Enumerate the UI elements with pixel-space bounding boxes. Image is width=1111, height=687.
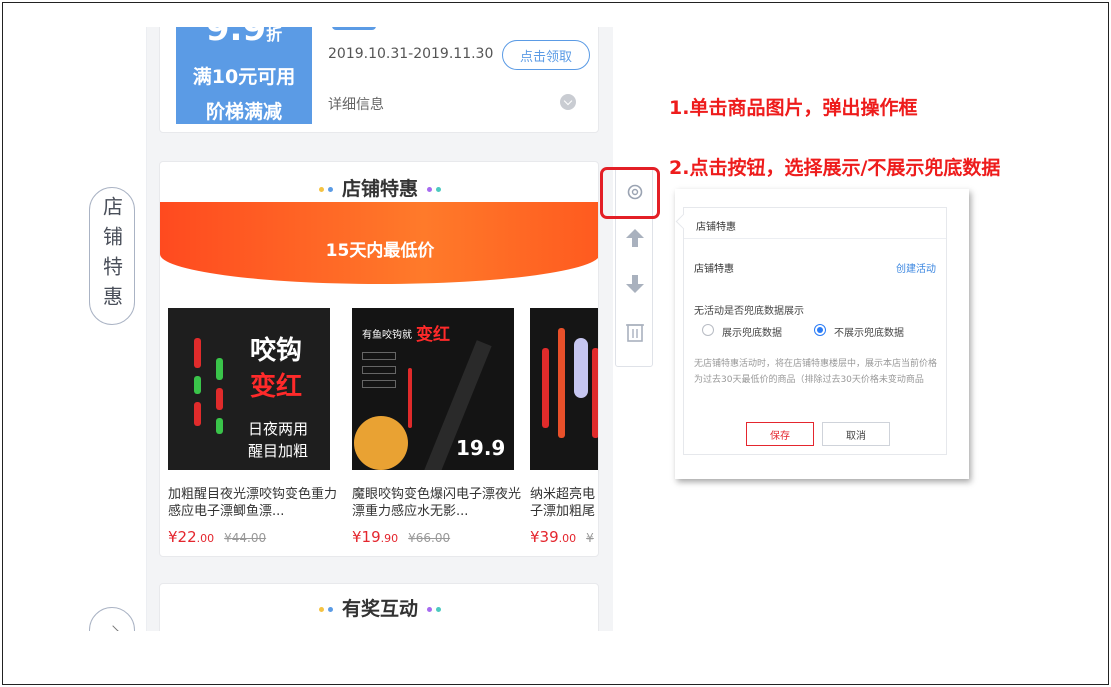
coupon-card: 9.9折 满10元可用 阶梯满减 2019.10.31-2019.11.30 点… [159, 27, 599, 133]
product-image[interactable]: 咬钩 变红 日夜两用 醒目加粗 [168, 308, 330, 470]
popover-header: 店铺特惠 [696, 222, 736, 233]
coupon-type: 阶梯满减 [205, 101, 282, 123]
highlight-box [600, 167, 660, 219]
product-price: ¥22.00 ¥44.00 [168, 528, 267, 546]
save-button[interactable]: 保存 [746, 422, 814, 446]
module-name: 店铺特惠 [694, 264, 734, 275]
module-tab-next[interactable] [89, 607, 135, 631]
image-caption: 醒目加粗 [248, 442, 309, 460]
original-price: ¥ [586, 531, 594, 545]
create-activity-link[interactable]: 创建活动 [896, 260, 936, 275]
image-caption: 咬钩 [250, 336, 303, 366]
coupon-tag [332, 27, 376, 30]
image-price: 19.9支 [456, 436, 506, 460]
fallback-description: 无店铺特惠活动时，将在店铺特惠楼层中，展示本店当前价格为过去30天最低价的商品（… [694, 359, 938, 385]
coupon-amount: 9.9折 [205, 27, 283, 49]
coupon-ticket: 9.9折 满10元可用 阶梯满减 [172, 27, 312, 124]
arrow-down-icon[interactable] [616, 264, 654, 304]
radio-label: 不展示兜底数据 [834, 328, 904, 339]
arrow-up-icon[interactable] [616, 218, 654, 258]
divider [684, 238, 946, 239]
claim-coupon-button[interactable]: 点击领取 [502, 40, 590, 70]
editor-canvas: 店铺特惠 9.9折 满10元可用 阶梯满减 2019.10.31-2019.11… [17, 27, 1039, 631]
product-card[interactable]: 纳米超亮电子漂加粗尾夜光漂 ¥39.00¥ [522, 290, 598, 550]
module-tab-shop-deal[interactable]: 店铺特惠 [89, 187, 135, 325]
annotation-step-2: 2.点击按钮，选择展示/不展示兜底数据 [669, 157, 1001, 179]
radio-hide-fallback[interactable] [814, 324, 826, 336]
coupon-condition: 满10元可用 [192, 66, 296, 88]
product-price: ¥39.00 ¥ [530, 528, 594, 546]
annotation-step-1: 1.单击商品图片，弹出操作框 [669, 97, 918, 119]
lowest-price-banner: 15天内最低价 [160, 202, 598, 284]
image-caption: 变红 [250, 372, 303, 402]
coupon-date: 2019.10.31-2019.11.30 [328, 46, 494, 62]
reward-module[interactable]: 有奖互动 [159, 583, 599, 631]
banner-text: 15天内最低价 [325, 241, 435, 261]
radio-show-fallback[interactable] [702, 324, 714, 336]
original-price: ¥44.00 [224, 531, 267, 545]
module-title: 有奖互动 [160, 594, 600, 621]
module-tab-label: 店铺特惠 [99, 196, 124, 316]
chevron-down-icon[interactable] [560, 94, 576, 110]
trash-icon[interactable] [616, 312, 654, 352]
module-title: 店铺特惠 [160, 174, 598, 201]
module-sidebar: 店铺特惠 [17, 27, 147, 631]
image-caption: 日夜两用 [248, 420, 309, 438]
settings-form: 店铺特惠 店铺特惠 创建活动 无活动是否兜底数据展示 展示兜底数据 不展示兜底数… [683, 207, 947, 455]
image-caption: 变红 [416, 325, 450, 345]
settings-popover: 店铺特惠 店铺特惠 创建活动 无活动是否兜底数据展示 展示兜底数据 不展示兜底数… [675, 189, 969, 479]
fallback-question: 无活动是否兜底数据展示 [694, 306, 804, 317]
radio-label: 展示兜底数据 [722, 328, 782, 339]
product-name: 加粗醒目夜光漂咬钩变色重力感应电子漂鲫鱼漂... [168, 487, 338, 519]
product-price: ¥19.90 ¥66.00 [352, 528, 451, 546]
product-name: 纳米超亮电子漂加粗尾夜光漂 [530, 487, 596, 519]
cancel-button[interactable]: 取消 [822, 422, 890, 446]
product-name: 魔眼咬钩变色爆闪电子漂夜光漂重力感应水无影... [352, 487, 522, 519]
original-price: ¥66.00 [408, 531, 451, 545]
product-card[interactable]: 有鱼咬钩就 变红 19.9支 魔眼咬钩变色爆闪电子漂夜光漂重力感应水无影... … [344, 290, 524, 550]
product-image[interactable]: 有鱼咬钩就 变红 19.9支 [352, 308, 514, 470]
coupon-detail-link[interactable]: 详细信息 [328, 94, 384, 114]
screenshot-frame: 店铺特惠 9.9折 满10元可用 阶梯满减 2019.10.31-2019.11… [2, 2, 1109, 685]
image-caption: 有鱼咬钩就 [362, 330, 412, 341]
product-image[interactable] [530, 308, 598, 470]
shop-deal-module[interactable]: 店铺特惠 15天内最低价 咬钩 变红 日夜两用 醒目加粗 加粗醒目夜光漂咬钩变色… [159, 161, 599, 557]
phone-preview: 9.9折 满10元可用 阶梯满减 2019.10.31-2019.11.30 点… [147, 27, 613, 631]
product-card[interactable]: 咬钩 变红 日夜两用 醒目加粗 加粗醒目夜光漂咬钩变色重力感应电子漂鲫鱼漂...… [160, 290, 340, 550]
